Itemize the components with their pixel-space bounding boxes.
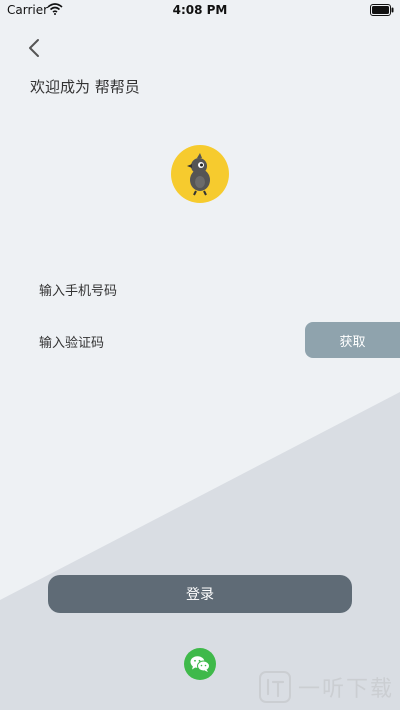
phone-input[interactable] [120, 274, 384, 304]
watermark-text: 一听下载 [297, 677, 394, 702]
code-input[interactable] [120, 326, 300, 356]
wechat-icon [190, 656, 210, 672]
get-code-button[interactable]: 获取 [305, 322, 400, 358]
chevron-left-icon [29, 39, 39, 57]
welcome-title: 欢迎成为 帮帮员 [30, 78, 140, 96]
phone-label: 输入手机号码 [39, 284, 118, 299]
back-button[interactable] [24, 36, 46, 60]
code-label: 输入验证码 [39, 336, 105, 351]
bird-mascot-icon [171, 145, 229, 203]
status-time: 4:08 PM [172, 3, 228, 17]
battery-icon [370, 4, 394, 19]
wechat-login-button[interactable] [184, 648, 216, 680]
avatar [170, 144, 230, 204]
watermark-logo-icon [258, 671, 291, 703]
status-bar: Carrier 4:08 PM [0, 0, 400, 22]
watermark: 一听下载 [258, 670, 394, 704]
login-button[interactable]: 登录 [48, 575, 352, 613]
